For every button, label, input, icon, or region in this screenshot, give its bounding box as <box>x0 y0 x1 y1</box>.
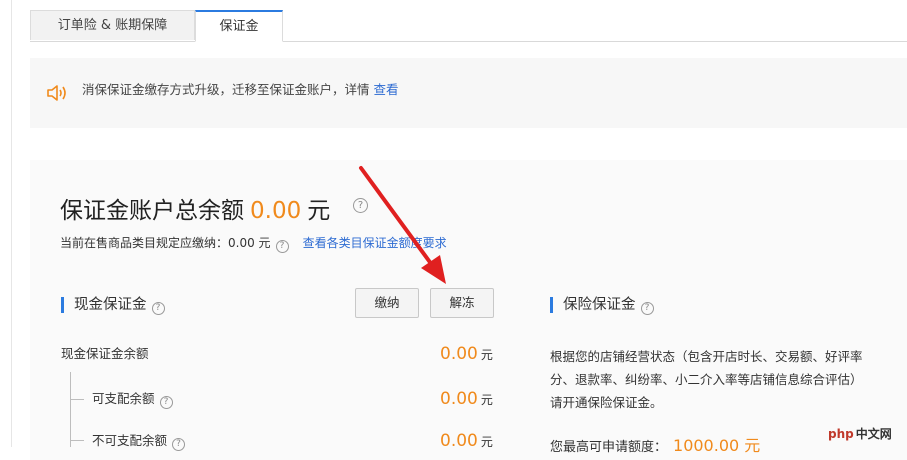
cash-deposit-title: 现金保证金? <box>61 296 165 315</box>
watermark-cn: 中文网 <box>855 427 892 441</box>
watermark-logo: php 中文网 <box>828 423 904 445</box>
unavailable-balance-value: 0.00 元 <box>440 431 493 452</box>
available-balance-label: 可支配余额? <box>92 390 173 409</box>
tree-connector <box>70 372 71 447</box>
tab-deposit[interactable]: 保证金 <box>195 10 283 42</box>
insurance-description: 根据您的店铺经营状态（包含开店时长、交易额、好评率 分、退款率、纠纷率、小二介入… <box>550 345 907 414</box>
requirement-link[interactable]: 查看各类目保证金额度要求 <box>303 236 447 250</box>
cash-balance-label: 现金保证金余额 <box>61 346 149 361</box>
available-balance-unit: 元 <box>480 393 493 407</box>
required-amount: 0.00 元 <box>228 236 271 250</box>
help-icon[interactable]: ? <box>275 240 289 253</box>
notice-bar: 消保保证金缴存方式升级，迁移至保证金账户，详情 查看 <box>30 58 907 128</box>
unavailable-balance-text: 不可支配余额 <box>92 433 168 448</box>
cash-balance-unit: 元 <box>480 348 493 362</box>
notice-text: 消保保证金缴存方式升级，迁移至保证金账户，详情 查看 <box>82 81 399 99</box>
quota-value: 1000.00 元 <box>673 436 761 455</box>
tree-connector <box>70 399 84 400</box>
tab-bar: 订单险 & 账期保障 保证金 <box>30 10 907 42</box>
tab-order-insurance[interactable]: 订单险 & 账期保障 <box>30 10 195 40</box>
insurance-deposit-title: 保险保证金? <box>550 296 654 315</box>
quota-label: 您最高可申请额度： <box>550 440 668 455</box>
account-total-title: 保证金账户总余额 <box>60 198 244 224</box>
help-icon[interactable]: ? <box>172 438 186 451</box>
required-deposit-line: 当前在售商品类目规定应缴纳：0.00 元? 查看各类目保证金额度要求 <box>60 235 447 253</box>
tree-connector <box>70 440 84 441</box>
required-label: 当前在售商品类目规定应缴纳： <box>60 236 229 250</box>
cash-balance-amount: 0.00 <box>440 344 478 364</box>
cash-deposit-title-text: 现金保证金 <box>74 297 147 313</box>
account-total-amount: 0.00 <box>250 198 302 224</box>
description-line: 根据您的店铺经营状态（包含开店时长、交易额、好评率 <box>550 349 863 364</box>
speaker-icon <box>47 85 66 101</box>
unavailable-balance-label: 不可支配余额? <box>92 432 186 451</box>
description-line: 请开通保险保证金。 <box>550 395 663 410</box>
watermark-php: php <box>828 427 854 441</box>
available-balance-amount: 0.00 <box>440 389 478 409</box>
unavailable-balance-amount: 0.00 <box>440 431 478 451</box>
help-icon[interactable]: ? <box>151 302 165 315</box>
account-total: 保证金账户总余额 0.00 元 <box>60 191 330 225</box>
insurance-deposit-title-text: 保险保证金 <box>563 297 636 313</box>
notice-view-link[interactable]: 查看 <box>374 82 399 97</box>
available-balance-value: 0.00 元 <box>440 389 493 410</box>
help-icon[interactable]: ? <box>353 198 368 213</box>
account-total-unit: 元 <box>307 198 331 224</box>
insurance-quota: 您最高可申请额度： 1000.00 元 <box>550 432 760 456</box>
help-icon[interactable]: ? <box>159 396 173 409</box>
cash-balance-value: 0.00 元 <box>440 344 493 365</box>
left-border <box>11 0 12 447</box>
description-line: 分、退款率、纠纷率、小二介入率等店铺信息综合评估） <box>550 372 863 387</box>
unfreeze-button[interactable]: 解冻 <box>430 288 494 318</box>
notice-message: 消保保证金缴存方式升级，迁移至保证金账户，详情 <box>82 82 370 97</box>
available-balance-text: 可支配余额 <box>92 391 155 406</box>
help-icon[interactable]: ? <box>640 302 654 315</box>
pay-button[interactable]: 缴纳 <box>355 288 419 318</box>
